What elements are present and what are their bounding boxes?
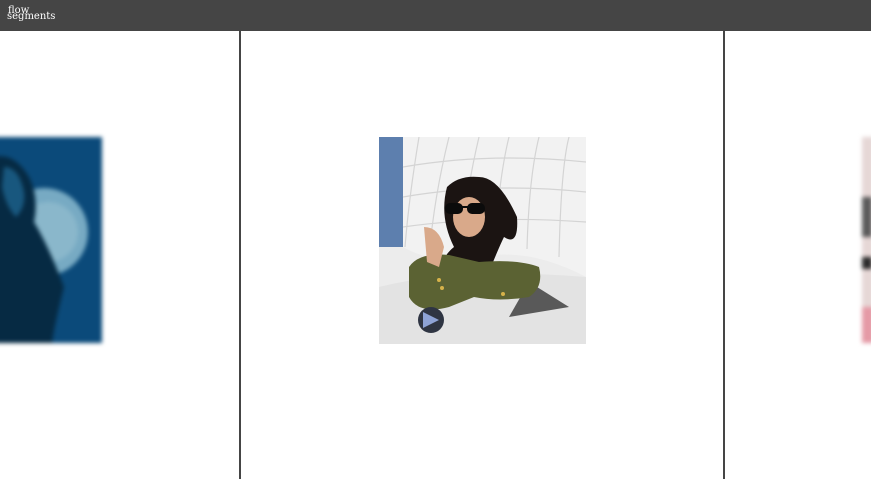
play-icon[interactable] xyxy=(418,307,444,333)
next-slide-panel[interactable] xyxy=(725,31,871,479)
next-slide-thumbnail[interactable] xyxy=(862,137,871,343)
play-icon-glyph xyxy=(423,312,439,328)
flow-segments-logo[interactable]: flow segments xyxy=(7,6,67,26)
logo-line-2: segments xyxy=(7,11,56,22)
current-slide-image[interactable] xyxy=(379,137,586,344)
previous-slide-panel[interactable] xyxy=(0,31,240,479)
previous-slide-thumbnail[interactable] xyxy=(0,137,102,343)
portrait-edge-image xyxy=(862,137,871,343)
portrait-woman-sunglasses-image xyxy=(379,137,586,344)
top-bar: flow segments xyxy=(0,0,871,31)
portrait-blue-image xyxy=(0,137,102,343)
